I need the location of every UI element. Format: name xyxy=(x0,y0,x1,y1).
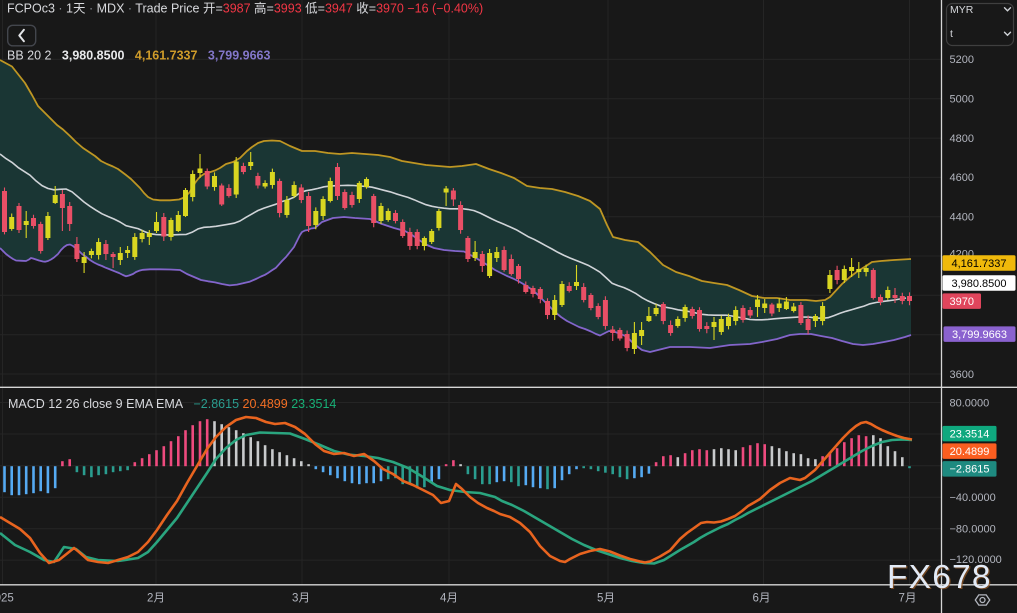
svg-text:23.3514: 23.3514 xyxy=(950,429,990,441)
svg-text:3月: 3月 xyxy=(292,593,310,605)
svg-text:−40.0000: −40.0000 xyxy=(950,492,996,504)
svg-text:3,980.8500: 3,980.8500 xyxy=(951,278,1006,290)
svg-text:−80.0000: −80.0000 xyxy=(950,524,996,536)
svg-text:−2.8615: −2.8615 xyxy=(949,464,989,476)
svg-text:5000: 5000 xyxy=(950,94,974,106)
svg-text:2月: 2月 xyxy=(147,593,165,605)
svg-text:FCPOc3 · 1天 · MDX · Trade Pric: FCPOc3 · 1天 · MDX · Trade Price 开=3987 高… xyxy=(7,1,483,16)
svg-text:20.4899: 20.4899 xyxy=(950,446,990,458)
svg-text:2025: 2025 xyxy=(0,593,14,605)
svg-text:4,161.7337: 4,161.7337 xyxy=(951,258,1006,270)
svg-text:4600: 4600 xyxy=(950,172,974,184)
svg-text:−120.0000: −120.0000 xyxy=(950,554,1002,566)
svg-text:4800: 4800 xyxy=(950,133,974,145)
svg-text:BB 20 2 3,980.8500 4,161.7: BB 20 2 3,980.8500 4,161.7337 3,799.9663 xyxy=(7,49,270,63)
svg-text:4400: 4400 xyxy=(950,212,974,224)
svg-text:5月: 5月 xyxy=(597,593,615,605)
svg-text:3,799.9663: 3,799.9663 xyxy=(952,329,1007,341)
svg-text:MACD 12 26 close 9 EMA EMA −: MACD 12 26 close 9 EMA EMA −2.8615 20.48… xyxy=(8,397,336,411)
svg-text:MYR: MYR xyxy=(950,4,974,16)
svg-text:3970: 3970 xyxy=(950,296,974,308)
svg-text:5200: 5200 xyxy=(950,54,974,66)
svg-text:6月: 6月 xyxy=(753,593,771,605)
svg-text:4月: 4月 xyxy=(440,593,458,605)
svg-text:80.0000: 80.0000 xyxy=(950,397,990,409)
svg-text:3600: 3600 xyxy=(950,369,974,381)
svg-text:t: t xyxy=(950,28,953,40)
svg-text:7月: 7月 xyxy=(899,593,917,605)
